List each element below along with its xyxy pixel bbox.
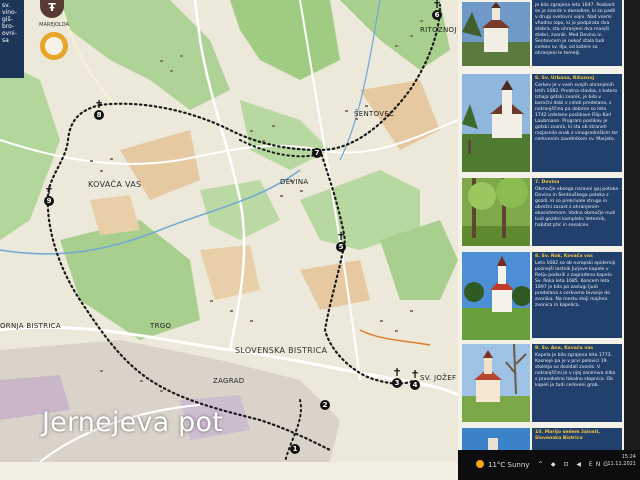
- chapel-photo: [462, 344, 530, 422]
- map-legend: sv. vino- giš- bro- ovni- sa: [0, 0, 24, 78]
- info-card: 7. Devina Območje obsega naravni gaj pot…: [458, 178, 622, 248]
- chapel-photo: [462, 252, 530, 340]
- church-photo: [462, 74, 530, 172]
- info-card-text: 9. Sv. Ana, Kovača vas Kapela je bila zg…: [532, 344, 622, 422]
- church-cross-icon: ✝: [432, 0, 442, 11]
- video-caption: Jernejeva pot: [42, 407, 223, 438]
- route-marker-4[interactable]: ✝ 4: [410, 368, 420, 390]
- trail-map: sv. vino- giš- bro- ovni- sa Ŧ MAREJOLDA…: [0, 0, 458, 462]
- info-card-text: je bila zgrajena leta 1647. Posbarit se …: [532, 0, 622, 66]
- place-kovaca-vas: KOVAČA VAS: [88, 180, 142, 189]
- logo-label: MAREJOLDA: [39, 22, 69, 28]
- church-cross-icon: ✝: [94, 98, 104, 111]
- place-trgo: TRGO: [150, 322, 172, 330]
- map-background: [0, 0, 458, 462]
- system-tray[interactable]: ^ ◆ ⊡ ◀ ENG: [538, 461, 611, 468]
- church-cross-icon: ✝: [44, 184, 54, 197]
- route-marker-2[interactable]: 2: [320, 400, 330, 410]
- taskbar-clock[interactable]: 15:24 11.11.2021: [606, 454, 636, 468]
- route-marker-7[interactable]: 7: [312, 148, 322, 158]
- place-ritoznoj: RITOZNOJ: [420, 26, 457, 34]
- logo-ring-icon: [40, 32, 68, 60]
- info-card: 6. Sv. Urbana, Ritoznoj Cerkev je v vseh…: [458, 74, 622, 174]
- place-devina: DEVINA: [280, 178, 309, 186]
- info-card-text: 6. Sv. Urbana, Ritoznoj Cerkev je v vseh…: [532, 74, 622, 172]
- place-ornja-bistrica: ORNJA BISTRICA: [0, 322, 61, 330]
- place-sentovec: ŠENTOVEC: [354, 110, 395, 118]
- church-cross-icon: ✝: [410, 368, 420, 381]
- route-marker-5[interactable]: ✝ 5: [336, 230, 346, 252]
- clock-date: 11.11.2021: [607, 461, 636, 467]
- clock-time: 15:24: [621, 454, 636, 460]
- trail-logo: Ŧ MAREJOLDA: [39, 0, 74, 62]
- forest-photo: [462, 178, 530, 246]
- taskbar: 11°C Sunny ^ ◆ ⊡ ◀ ENG 15:24 11.11.2021: [458, 450, 640, 480]
- route-marker-3[interactable]: ✝ 3: [392, 366, 402, 388]
- legend-text: sv. vino- giš- bro- ovni- sa: [2, 2, 17, 44]
- route-marker-9[interactable]: ✝ 9: [44, 184, 54, 206]
- church-cross-icon: ✝: [392, 366, 402, 379]
- screen-bezel: [624, 0, 640, 462]
- place-sv-jozef: SV. JOŽEF: [420, 374, 457, 382]
- info-panel: je bila zgrajena leta 1647. Posbarit se …: [458, 0, 624, 462]
- logo-mark-icon: Ŧ: [40, 0, 64, 18]
- info-card: 9. Sv. Ana, Kovača vas Kapela je bila zg…: [458, 344, 622, 424]
- info-card: je bila zgrajena leta 1647. Posbarit se …: [458, 0, 622, 70]
- church-photo: [462, 2, 530, 66]
- place-zagrad: ZAGRAD: [213, 377, 245, 385]
- weather-sun-icon: [476, 460, 484, 468]
- place-slovenska-bistrica: SLOVENSKA BISTRICA: [235, 346, 328, 355]
- info-card-text: 7. Devina Območje obsega naravni gaj pot…: [532, 178, 622, 246]
- route-marker-6[interactable]: ✝ 6: [432, 0, 442, 20]
- route-marker-8[interactable]: ✝ 8: [94, 98, 104, 120]
- route-marker-1[interactable]: 1: [290, 444, 300, 454]
- info-card-text: 8. Sv. Rok, Kovača vas Leta 1682 so ob e…: [532, 252, 622, 338]
- weather-status[interactable]: 11°C Sunny: [488, 461, 529, 469]
- info-card: 8. Sv. Rok, Kovača vas Leta 1682 so ob e…: [458, 252, 622, 340]
- church-cross-icon: ✝: [336, 230, 346, 243]
